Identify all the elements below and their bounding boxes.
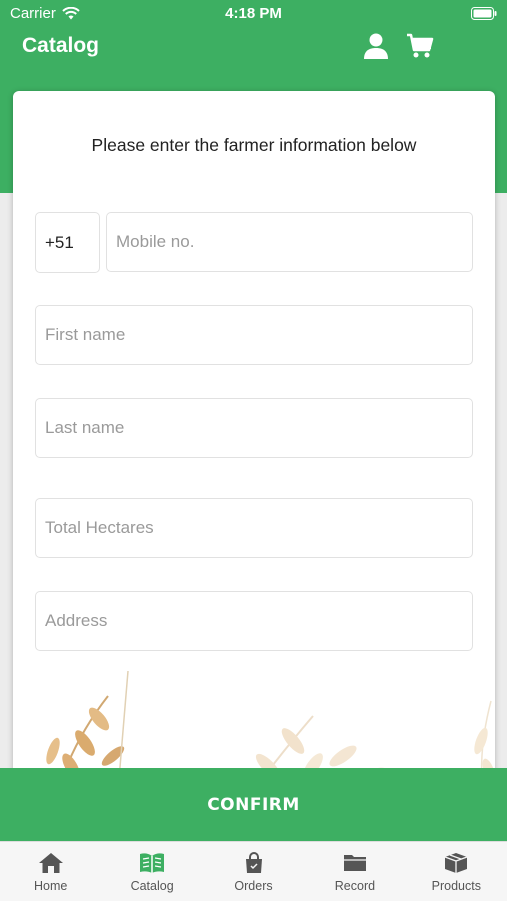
address-input[interactable] bbox=[35, 591, 473, 651]
products-icon bbox=[445, 853, 468, 873]
tab-home[interactable]: Home bbox=[0, 842, 101, 901]
country-code-label: +51 bbox=[45, 232, 74, 252]
battery-icon bbox=[471, 7, 497, 20]
tab-label-orders: Orders bbox=[234, 879, 273, 893]
total-hectares-input[interactable] bbox=[35, 498, 473, 558]
page-title: Catalog bbox=[22, 34, 100, 57]
catalog-icon bbox=[140, 853, 165, 873]
folder-icon bbox=[343, 855, 366, 871]
home-icon bbox=[38, 853, 63, 873]
status-bar: Carrier 4:18 PM bbox=[0, 0, 507, 28]
status-time: 4:18 PM bbox=[225, 5, 282, 22]
first-name-input[interactable] bbox=[35, 305, 473, 365]
user-icon[interactable] bbox=[362, 32, 390, 60]
tab-catalog[interactable]: Catalog bbox=[101, 842, 202, 901]
last-name-input[interactable] bbox=[35, 398, 473, 458]
bottom-tab-bar: Home Catalog Orders Record Products bbox=[0, 841, 507, 901]
mobile-input[interactable] bbox=[106, 212, 473, 272]
tab-orders[interactable]: Orders bbox=[203, 842, 304, 901]
country-code-selector[interactable]: +51 bbox=[35, 212, 100, 273]
tab-label-home: Home bbox=[34, 879, 68, 893]
confirm-button[interactable]: CONFIRM bbox=[0, 768, 507, 841]
tab-label-catalog: Catalog bbox=[130, 879, 174, 893]
tab-label-record: Record bbox=[334, 879, 376, 893]
tab-record[interactable]: Record bbox=[304, 842, 405, 901]
tab-products[interactable]: Products bbox=[406, 842, 507, 901]
form-instruction: Please enter the farmer information belo… bbox=[91, 135, 417, 155]
farmer-form-card: Please enter the farmer information belo… bbox=[13, 91, 495, 791]
orders-icon bbox=[245, 852, 262, 873]
cart-icon[interactable] bbox=[406, 32, 434, 60]
tab-label-products: Products bbox=[431, 879, 481, 893]
